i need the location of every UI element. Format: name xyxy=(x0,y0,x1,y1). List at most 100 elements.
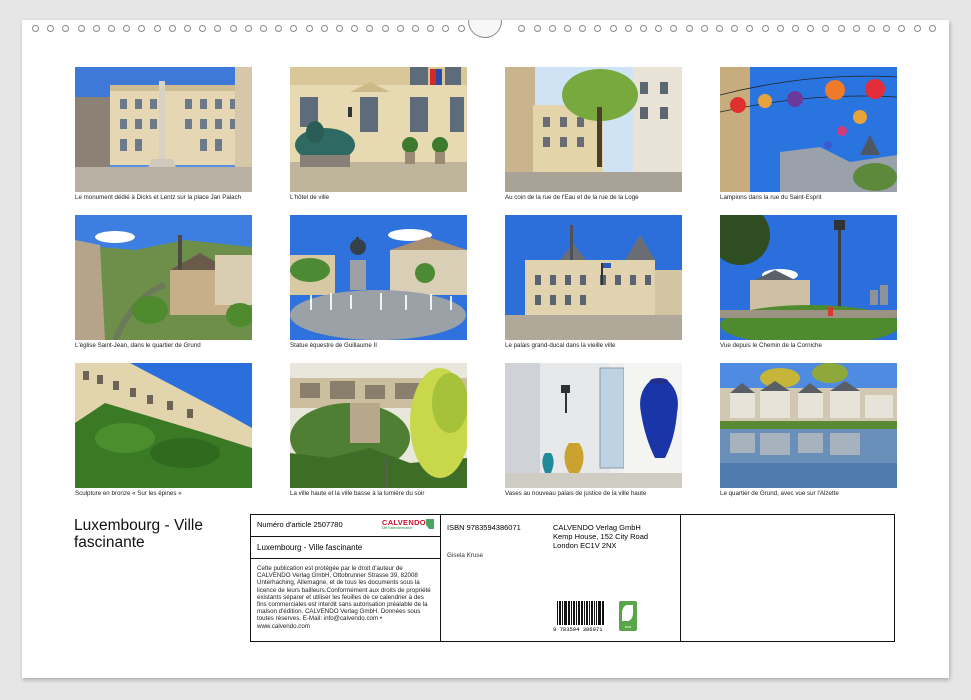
photo-card[interactable]: Le palais grand-ducal dans la vieille vi… xyxy=(505,215,682,350)
barcode-bar xyxy=(587,601,588,625)
binding-hole xyxy=(685,25,693,32)
publisher-street: Kemp House, 152 City Road xyxy=(553,532,649,541)
binding-hole xyxy=(746,25,754,32)
barcode: 9 783594 386071 xyxy=(553,601,605,635)
photo-card[interactable]: La ville haute et la ville basse à la lu… xyxy=(290,363,467,498)
publication-info-box: Numéro d'article 2507780 CALVENDO Die Ka… xyxy=(250,514,895,642)
binding-hole xyxy=(412,25,419,32)
barcode-bar xyxy=(577,601,580,625)
binding-hole xyxy=(868,25,875,32)
street-corner-photo xyxy=(505,67,682,192)
photo-card[interactable]: L'église Saint-Jean, dans le quartier de… xyxy=(75,215,252,350)
barcode-bar xyxy=(582,601,583,625)
binding-hole xyxy=(153,25,161,32)
binding-hole xyxy=(640,25,647,32)
photo-caption: Vases au nouveau palais de justice de la… xyxy=(505,490,647,497)
binding-hole xyxy=(807,25,815,32)
photo-caption: La ville haute et la ville basse à la lu… xyxy=(290,490,425,497)
photo-caption: L'hôtel de ville xyxy=(290,194,330,201)
publisher-city: London EC1V 2NX xyxy=(553,541,617,550)
binding-hole xyxy=(837,25,845,32)
isbn-text: ISBN 9783594386071 xyxy=(447,523,521,532)
eco-label-text: eco xyxy=(624,624,632,629)
barcode-bar xyxy=(592,601,593,625)
barcode-bar xyxy=(596,601,597,625)
binding-hole xyxy=(92,25,100,32)
binding-hole xyxy=(168,25,176,32)
logo-subtext: Die Kalendermarke xyxy=(382,526,412,530)
photo-caption: Statue équestre de Guillaume II xyxy=(290,342,378,349)
barcode-bar xyxy=(580,601,582,625)
calendar-page: Le monument dédié à Dicks et Lentz sur l… xyxy=(22,20,949,678)
binding-hole xyxy=(214,25,222,32)
binding-hole xyxy=(184,25,191,32)
equestrian-statue-photo xyxy=(290,215,467,340)
info-column-right xyxy=(681,515,894,641)
barcode-bar xyxy=(571,601,572,625)
photo-card[interactable]: Le quartier de Grund, avec vue sur l'Alz… xyxy=(720,363,897,498)
monument-photo xyxy=(75,67,252,192)
binding-hole xyxy=(32,25,39,32)
binding-hole xyxy=(792,25,799,32)
binding-hole xyxy=(609,25,617,32)
photo-caption: Le monument dédié à Dicks et Lentz sur l… xyxy=(75,194,242,201)
barcode-bars xyxy=(557,601,605,625)
binding-hole xyxy=(396,25,404,32)
barcode-bar xyxy=(576,601,577,625)
article-number-row: Numéro d'article 2507780 CALVENDO Die Ka… xyxy=(251,515,440,537)
binding-hole xyxy=(852,25,860,32)
binding-hole xyxy=(442,25,450,32)
binding-hole xyxy=(716,25,723,32)
photo-caption: Le palais grand-ducal dans la vieille vi… xyxy=(505,342,616,349)
barcode-bar xyxy=(597,601,599,625)
author-name: Gisela Kruse xyxy=(447,552,484,559)
binding-hole xyxy=(108,25,115,32)
binding-hole xyxy=(320,25,328,32)
binding-hole xyxy=(533,25,541,32)
photo-card[interactable]: Le monument dédié à Dicks et Lentz sur l… xyxy=(75,67,252,202)
binding-hole xyxy=(928,25,936,32)
publisher-address: CALVENDO Verlag GmbH Kemp House, 152 Cit… xyxy=(553,523,648,550)
binding-hole xyxy=(457,25,465,32)
binding-hole xyxy=(518,25,526,32)
binding-hole xyxy=(77,25,85,32)
binding-hole xyxy=(351,25,359,32)
calendar-title: Luxembourg - Ville fascinante xyxy=(74,517,203,551)
binding-hole xyxy=(655,25,663,32)
photo-card[interactable]: Vases au nouveau palais de justice de la… xyxy=(505,363,682,498)
photo-caption: Au coin de la rue de l'Eau et de la rue … xyxy=(505,194,639,201)
barcode-bar xyxy=(601,601,603,625)
binding-hole xyxy=(898,25,906,32)
binding-hole xyxy=(260,25,267,32)
photo-card[interactable]: Vue depuis le Chemin de la Corniche xyxy=(720,215,897,350)
barcode-bar xyxy=(603,601,605,625)
photo-card[interactable]: L'hôtel de ville xyxy=(290,67,467,202)
article-number: Numéro d'article 2507780 xyxy=(257,520,343,529)
barcode-bar xyxy=(574,601,576,625)
binding-hole xyxy=(564,25,571,32)
photo-card[interactable]: Au coin de la rue de l'Eau et de la rue … xyxy=(505,67,682,202)
binding-hole xyxy=(123,25,131,32)
grand-ducal-palace-photo xyxy=(505,215,682,340)
barcode-bar xyxy=(567,601,569,625)
town-hall-photo xyxy=(290,67,467,192)
binding-hole xyxy=(305,25,313,32)
legal-notice: Cette publication est protégée par le dr… xyxy=(257,565,431,630)
photo-card[interactable]: Lampions dans la rue du Saint-Esprit xyxy=(720,67,897,202)
info-column-middle: ISBN 9783594386071 CALVENDO Verlag GmbH … xyxy=(441,515,681,641)
vases-photo xyxy=(505,363,682,488)
binding-hole xyxy=(275,25,283,32)
binding-hole xyxy=(47,25,55,32)
binding-hole xyxy=(700,25,708,32)
photo-caption: Sculpture en bronze « Sur les épines » xyxy=(75,490,182,497)
photo-card[interactable]: Statue équestre de Guillaume II xyxy=(290,215,467,350)
binding-hole xyxy=(381,25,389,32)
binding-hole xyxy=(594,25,602,32)
photo-caption: Lampions dans la rue du Saint-Esprit xyxy=(720,194,822,201)
photo-card[interactable]: Sculpture en bronze « Sur les épines » xyxy=(75,363,252,498)
photo-caption: Vue depuis le Chemin de la Corniche xyxy=(720,342,822,349)
barcode-bar xyxy=(572,601,574,625)
binding-hole xyxy=(579,25,587,32)
binding-hole xyxy=(62,25,70,32)
binding-hole xyxy=(761,25,769,32)
